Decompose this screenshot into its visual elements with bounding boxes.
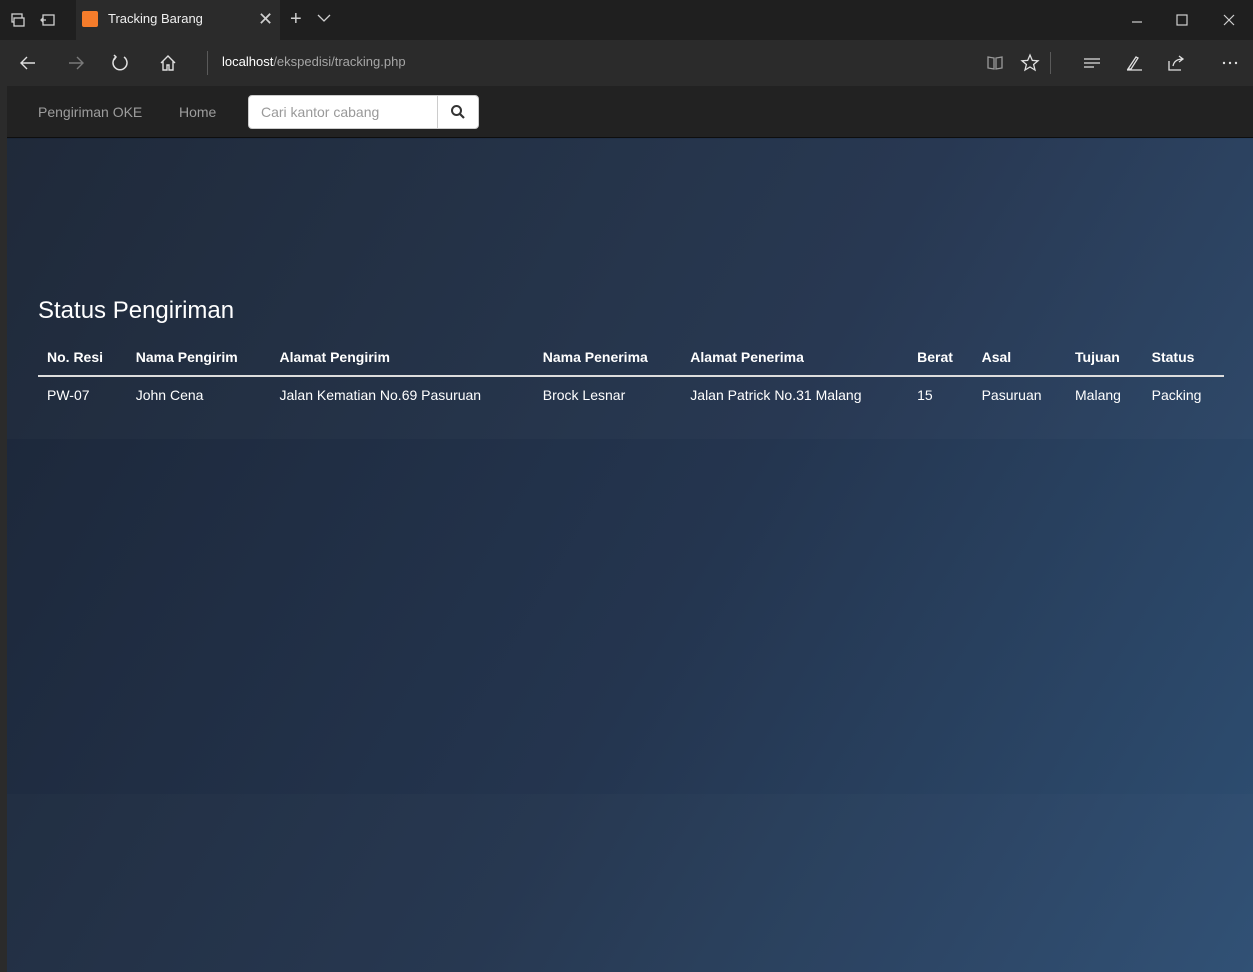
column-header: Asal (972, 341, 1067, 377)
share-icon[interactable] (1166, 53, 1186, 73)
tab-aside-icon[interactable] (40, 12, 56, 28)
site-navbar: Pengiriman OKE Home (7, 86, 1253, 138)
table-header-row: No. Resi Nama Pengirim Alamat Pengirim N… (38, 341, 1224, 377)
address-host: localhost (222, 54, 274, 69)
close-icon[interactable]: ✕ (258, 9, 273, 30)
footer-section (7, 794, 1253, 972)
home-icon[interactable] (158, 53, 178, 73)
cell-nama-pengirim: John Cena (135, 387, 204, 403)
cell-berat: 15 (917, 387, 933, 403)
forward-arrow-icon[interactable] (66, 53, 86, 73)
reading-view-icon[interactable] (985, 53, 1005, 73)
tab-title: Tracking Barang (108, 11, 203, 26)
page-content: Pengiriman OKE Home Status Pengiriman No… (7, 86, 1253, 972)
cell-status: Packing (1151, 387, 1202, 403)
column-header: Nama Penerima (533, 341, 682, 377)
xampp-favicon-icon (82, 11, 98, 27)
address-separator (207, 51, 208, 75)
cell-no-resi: PW-07 (47, 387, 90, 403)
column-header: Berat (908, 341, 973, 377)
cell-alamat-pengirim: Jalan Kematian No.69 Pasuruan (279, 387, 482, 403)
chevron-down-icon[interactable] (316, 10, 332, 26)
search-input[interactable] (248, 95, 438, 129)
search-icon (451, 105, 465, 119)
hub-icon[interactable] (1082, 53, 1102, 73)
home-link[interactable]: Home (179, 104, 216, 120)
browser-toolbar: localhost/ekspedisi/tracking.php (0, 40, 1253, 86)
browser-window: Tracking Barang ✕ + localhost/ekspedisi/… (0, 0, 1253, 972)
column-header: No. Resi (38, 341, 127, 377)
plus-icon[interactable]: + (290, 8, 302, 31)
more-icon[interactable] (1220, 53, 1240, 73)
cell-nama-penerima: Brock Lesnar (542, 387, 626, 403)
maximize-icon[interactable] (1172, 10, 1192, 30)
address-bar[interactable]: localhost/ekspedisi/tracking.php (222, 54, 406, 69)
column-header: Status (1142, 341, 1224, 377)
cell-alamat-penerima: Jalan Patrick No.31 Malang (690, 387, 862, 403)
search-button[interactable] (437, 95, 479, 129)
brand-link[interactable]: Pengiriman OKE (38, 104, 142, 120)
cell-tujuan: Malang (1075, 387, 1121, 403)
back-arrow-icon[interactable] (18, 53, 38, 73)
favorite-star-icon[interactable] (1020, 53, 1040, 73)
toolbar-separator (1050, 52, 1051, 74)
minimize-icon[interactable] (1127, 10, 1147, 30)
column-header: Nama Pengirim (126, 341, 271, 377)
table-row: PW-07 John Cena Jalan Kematian No.69 Pas… (38, 376, 1224, 413)
status-table: No. Resi Nama Pengirim Alamat Pengirim N… (38, 341, 1224, 413)
pen-icon[interactable] (1124, 53, 1144, 73)
column-header: Tujuan (1066, 341, 1143, 377)
tab-preview-icon[interactable] (10, 12, 26, 28)
page-title: Status Pengiriman (38, 297, 235, 324)
refresh-icon[interactable] (110, 53, 130, 73)
window-close-icon[interactable] (1219, 10, 1239, 30)
active-tab[interactable]: Tracking Barang ✕ (76, 0, 280, 40)
tab-strip: Tracking Barang ✕ + (0, 0, 1253, 40)
column-header: Alamat Penerima (681, 341, 909, 377)
cell-asal: Pasuruan (981, 387, 1042, 403)
address-path: /ekspedisi/tracking.php (273, 54, 406, 69)
column-header: Alamat Pengirim (270, 341, 534, 377)
